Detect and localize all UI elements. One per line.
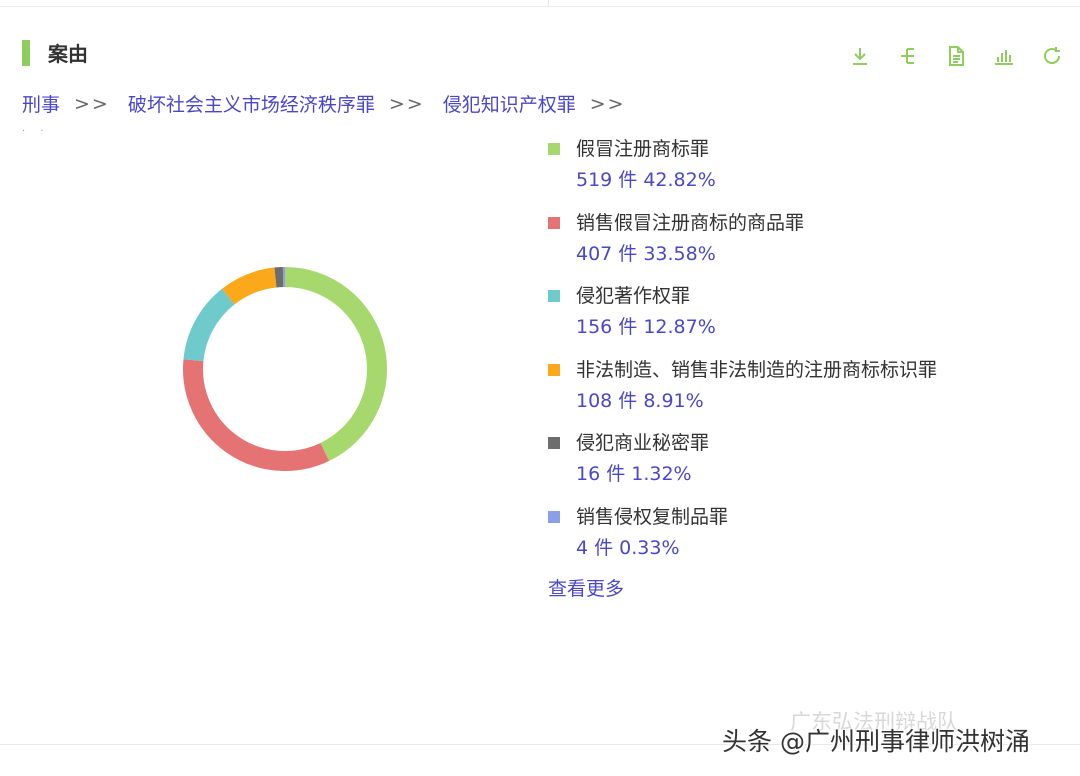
toolbar [846,42,1066,70]
stray-marks: · · [22,126,50,137]
legend-label: 侵犯著作权罪 [576,285,691,307]
view-more-link[interactable]: 查看更多 [548,574,624,604]
breadcrumb: 刑事 >> 破坏社会主义市场经济秩序罪 >> 侵犯知识产权罪 >> [22,90,644,117]
donut-slice-2[interactable] [183,359,330,471]
legend-label: 侵犯商业秘密罪 [576,432,710,454]
legend-value: 4 件 0.33% [576,536,680,559]
download-button[interactable] [846,42,874,70]
legend-item[interactable]: 侵犯商业秘密罪 16 件 1.32% [548,428,1068,502]
document-button[interactable] [942,42,970,70]
download-icon [853,48,867,65]
panel-title: 案由 [48,42,88,66]
watermark: 头条 @广州刑事律师洪树涌 [722,727,1030,756]
title-accent-bar [22,40,30,66]
legend-swatch [548,363,560,376]
legend-value: 519 件 42.82% [576,169,716,191]
breadcrumb-separator: >> [388,92,425,115]
legend-item[interactable]: 假冒注册商标罪 519 件 42.82% [548,134,1068,208]
top-divider-tick [548,0,549,6]
legend-value: 407 件 33.58% [576,242,716,265]
tree-structure-button[interactable] [894,42,922,70]
legend-value: 108 件 8.91% [576,389,704,412]
donut-chart [183,266,387,471]
refresh-button[interactable] [1038,42,1066,70]
bar-chart-icon [995,50,1013,65]
legend-value: 156 件 12.87% [576,316,716,338]
breadcrumb-item-market-order[interactable]: 破坏社会主义市场经济秩序罪 [128,90,375,117]
donut-slice-3[interactable] [183,288,235,362]
refresh-icon [1044,47,1061,65]
donut-slice-4[interactable] [222,267,277,305]
donut-slice-1[interactable] [284,267,387,461]
breadcrumb-separator: >> [589,92,626,115]
breadcrumb-item-criminal[interactable]: 刑事 [22,90,60,117]
legend-swatch [548,510,560,523]
legend-item[interactable]: 销售假冒注册商标的商品罪 407 件 33.58% [548,208,1068,282]
legend-label: 假冒注册商标罪 [576,138,710,160]
breadcrumb-item-ip-crimes[interactable]: 侵犯知识产权罪 [443,90,576,117]
legend-label: 非法制造、销售非法制造的注册商标标识罪 [576,358,938,381]
legend-item[interactable]: 非法制造、销售非法制造的注册商标标识罪 108 件 8.91% [548,355,1068,429]
legend-swatch [548,437,560,449]
legend-item[interactable]: 侵犯著作权罪 156 件 12.87% [548,281,1068,355]
legend-swatch [548,216,560,229]
legend-swatch [548,143,560,155]
legend-label: 销售侵权复制品罪 [576,505,729,528]
legend-swatch [548,290,560,302]
legend-label: 销售假冒注册商标的商品罪 [576,211,805,234]
legend-item[interactable]: 销售侵权复制品罪 4 件 0.33% [548,502,1068,576]
bar-chart-button[interactable] [990,42,1018,70]
top-divider [0,6,1080,7]
legend-value: 16 件 1.32% [576,463,692,485]
chart-legend: 假冒注册商标罪 519 件 42.82% 销售假冒注册商标的商品罪 407 件 … [548,134,1068,575]
document-icon [949,46,964,66]
breadcrumb-separator: >> [74,92,110,115]
tree-structure-icon [901,48,914,64]
